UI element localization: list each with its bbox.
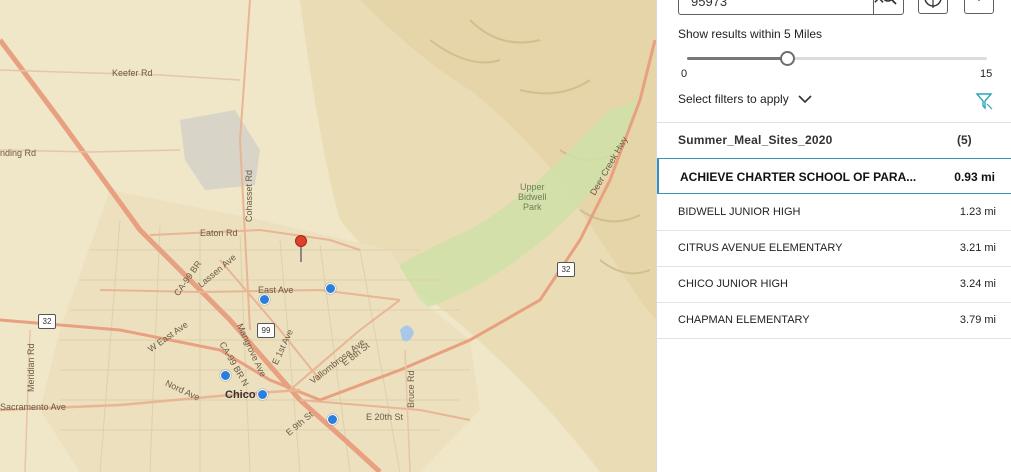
route-shield-32-east: 32 [557,262,575,277]
distance-slider-fill [687,57,787,60]
map-basemap [0,0,656,472]
search-button[interactable] [873,0,903,14]
slider-min-label: 0 [681,68,688,80]
layer-count: (5) [957,133,972,147]
result-name: CHICO JUNIOR HIGH [678,278,788,290]
heart-icon [978,0,980,2]
result-distance: 0.93 mi [954,170,995,184]
locate-icon [924,0,942,8]
result-item[interactable]: CHAPMAN ELEMENTARY 3.79 mi [657,303,1011,339]
road-label-keefer: Keefer Rd [112,68,153,78]
road-label-cohasset: Cohasset Rd [244,169,254,222]
result-item[interactable]: ACHIEVE CHARTER SCHOOL OF PARA... 0.93 m… [657,158,1011,194]
map-marker[interactable] [327,414,338,425]
layer-title: Summer_Meal_Sites_2020 [678,133,833,147]
chevron-down-icon[interactable] [798,94,812,104]
result-distance: 3.24 mi [959,278,996,290]
road-label-landing: nding Rd [0,148,37,158]
locate-button[interactable] [918,0,948,14]
filters-dropdown[interactable]: Select filters to apply [678,92,789,106]
favorite-button[interactable] [964,0,994,14]
result-item[interactable]: CITRUS AVENUE ELEMENTARY 3.21 mi [657,231,1011,267]
road-label-sacramento: Sacramento Ave [0,402,66,412]
result-item[interactable]: CHICO JUNIOR HIGH 3.24 mi [657,267,1011,303]
distance-slider[interactable] [687,51,987,66]
road-label-meridian: Meridian Rd [26,343,36,392]
map-marker[interactable] [220,370,231,381]
search-box: ✕ [678,0,904,15]
park-label-line-2: Bidwell [518,192,547,202]
filter-icon[interactable] [975,92,993,110]
divider [657,122,1011,123]
map-marker[interactable] [259,294,270,305]
road-label-eaton: Eaton Rd [200,228,238,238]
search-icon [883,0,897,5]
results-panel: ✕ Show results within 5 Miles 0 15 Selec… [656,0,1011,472]
map-view[interactable]: Keefer Rd nding Rd Cohasset Rd Eaton Rd … [0,0,656,472]
result-distance: 3.79 mi [959,314,996,326]
park-label: Upper Bidwell Park [518,182,547,212]
park-label-line-3: Park [523,202,542,212]
road-label-bruce: Bruce Rd [406,370,416,408]
road-label-e20th: E 20th St [366,412,404,422]
park-label-line-1: Upper [520,182,545,192]
result-distance: 1.23 mi [959,206,996,218]
result-name: BIDWELL JUNIOR HIGH [678,206,801,218]
result-name: CHAPMAN ELEMENTARY [678,314,810,326]
result-name: ACHIEVE CHARTER SCHOOL OF PARA... [680,170,917,184]
city-label: Chico [225,389,256,401]
slider-max-label: 15 [980,68,993,80]
distance-slider-thumb[interactable] [780,51,795,66]
result-distance: 3.21 mi [959,242,996,254]
result-item[interactable]: BIDWELL JUNIOR HIGH 1.23 mi [657,195,1011,231]
location-pin-icon[interactable] [295,235,307,247]
route-shield-32: 32 [38,314,56,329]
map-marker[interactable] [257,389,268,400]
search-input[interactable] [689,0,853,11]
distance-label: Show results within 5 Miles [678,27,823,41]
map-marker[interactable] [325,283,336,294]
result-name: CITRUS AVENUE ELEMENTARY [678,242,843,254]
route-shield-99: 99 [257,323,275,338]
